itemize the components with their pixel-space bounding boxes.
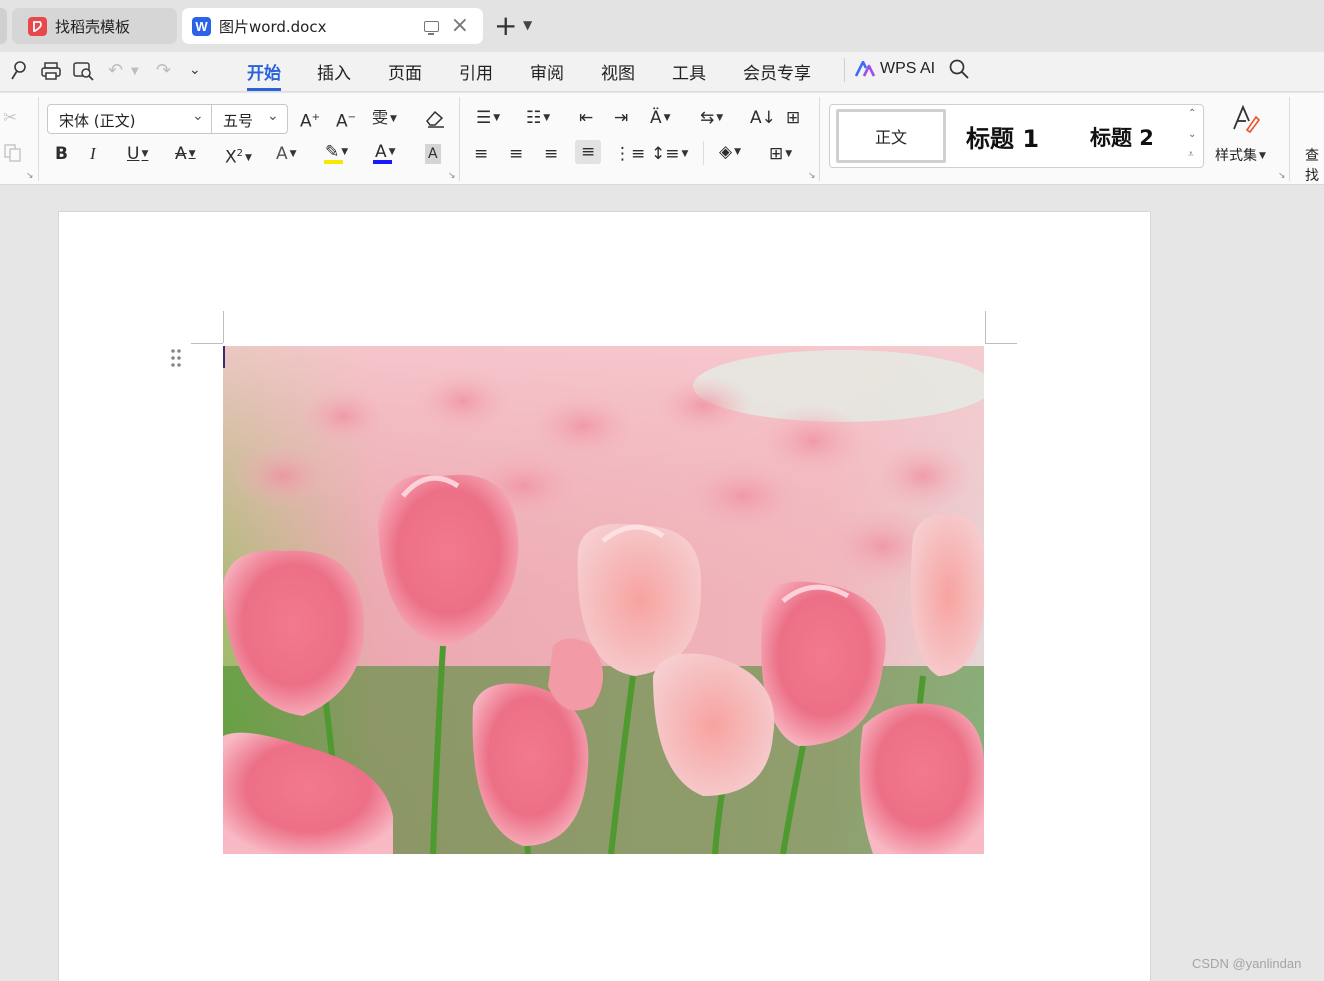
tab-stub[interactable] [0,8,7,44]
text-effect-icon[interactable]: A ▼ [276,144,297,164]
font-size-field[interactable]: 五号 [223,110,253,131]
menu-references[interactable]: 引用 [459,59,493,88]
ribbon-separator [1289,97,1290,181]
docer-icon [28,16,47,36]
chevron-down-icon[interactable]: ▼ [523,18,532,32]
style-heading-2[interactable]: 标题 2 [1090,122,1154,152]
menu-separator [844,58,845,82]
tab-label: 图片word.docx [219,17,327,36]
show-hide-marks-icon[interactable]: ⊞ [786,108,800,128]
style-heading-1[interactable]: 标题 1 [966,119,1039,154]
style-set-button[interactable]: 样式集 ▼ [1215,145,1266,165]
paragraph-shading-icon[interactable]: ◈ ▼ [719,142,741,162]
tab-image-word-docx[interactable]: W 图片word.docx × [182,8,483,44]
bold-icon[interactable]: B [55,144,68,164]
font-name-field[interactable]: 宋体 (正文) [59,110,135,131]
menu-view[interactable]: 视图 [601,59,635,88]
font-box-divider [211,105,212,133]
distribute-icon[interactable]: ⋮≡ [614,144,645,164]
numbered-list-icon[interactable]: ☷ ▼ [526,108,550,128]
chinese-layout-icon[interactable]: Ä ▼ [650,108,671,128]
tab-docer-templates[interactable]: 找稻壳模板 [12,8,177,44]
watermark: CSDN @yanlindan [1192,956,1302,971]
style-normal[interactable]: 正文 [836,109,946,163]
menu-page[interactable]: 页面 [388,59,422,88]
ribbon-home: ✂ ↘ 宋体 (正文) ⌄ 五号 ⌄ A+ A− 雯 ▼ B I U ▼ A ▼ X2… [0,93,1324,185]
close-icon[interactable]: × [451,15,469,37]
menu-member[interactable]: 会员专享 [743,59,811,88]
monitor-icon[interactable] [423,20,439,35]
customize-chevron-icon[interactable]: ⌄ [189,62,201,78]
borders-icon[interactable]: ⊞ ▼ [769,144,792,164]
text-direction-icon[interactable]: ⇆ ▼ [700,108,723,128]
tulips-photo[interactable] [223,346,984,854]
decrease-indent-icon[interactable]: ⇤ [579,108,593,128]
menu-tools[interactable]: 工具 [672,59,706,88]
line-spacing-icon[interactable]: ↕≡ ▼ [651,144,688,164]
increase-indent-icon[interactable]: ⇥ [614,108,628,128]
cut-icon[interactable]: ✂ [3,108,17,128]
print-icon[interactable] [40,60,62,87]
menu-review[interactable]: 审阅 [530,59,564,88]
shrink-font-icon[interactable]: A− [336,108,356,132]
margin-corner-mark [223,311,224,343]
font-color-swatch [373,160,392,164]
chevron-up-icon[interactable]: ⌃ [1188,108,1196,119]
print-preview-icon[interactable] [72,60,96,87]
menu-bar: ↶ ▼ ↷ ⌄ 开始 插入 页面 引用 审阅 视图 工具 会员专享 WPS AI [0,52,1324,92]
menu-home[interactable]: 开始 [247,59,281,91]
ribbon-separator [819,97,820,181]
font-color-icon[interactable]: A ▼ [375,142,396,162]
tab-bar: 找稻壳模板 W 图片word.docx × + ▼ [0,0,1324,52]
style-set-icon[interactable] [1229,103,1261,135]
character-shading-icon[interactable]: A [425,144,441,164]
chevron-down-icon[interactable]: ⌄ [192,108,204,124]
font-selector[interactable]: 宋体 (正文) ⌄ 五号 ⌄ [47,104,288,134]
highlight-icon[interactable]: ✎ ▼ [325,142,348,162]
ribbon-separator [703,141,704,165]
new-tab-plus-icon[interactable]: + [494,12,517,40]
clear-format-eraser-icon[interactable] [424,108,446,133]
sort-icon[interactable]: A↓ [750,108,776,128]
margin-corner-mark [191,343,223,344]
styles-gallery: 正文 标题 1 标题 2 ⌃ ⌄ ⩡ [829,104,1204,168]
dialog-launcher-icon[interactable]: ↘ [448,171,456,181]
underline-icon[interactable]: U ▼ [127,144,148,164]
more-styles-icon[interactable]: ⩡ [1188,149,1194,160]
wps-ai-logo-icon[interactable] [855,61,875,77]
chevron-down-icon[interactable]: ⌄ [1188,129,1196,140]
format-painter-icon[interactable] [9,60,29,87]
align-left-icon[interactable]: ≡ [474,144,488,164]
text-cursor [223,346,225,368]
find-button[interactable]: 查找 [1305,145,1324,185]
dialog-launcher-icon[interactable]: ↘ [1278,171,1286,181]
superscript-icon[interactable]: X2 ▼ [225,144,252,168]
margin-corner-mark [985,343,1017,344]
ribbon-separator [459,97,460,181]
redo-icon[interactable]: ↷ [156,60,171,81]
tab-label: 找稻壳模板 [55,17,131,36]
menu-insert[interactable]: 插入 [317,59,351,88]
ribbon-separator [38,97,39,181]
drag-handle-icon[interactable] [170,348,182,368]
strikethrough-icon[interactable]: A ▼ [175,144,196,164]
grow-font-icon[interactable]: A+ [300,108,320,132]
copy-icon[interactable] [3,143,23,168]
chevron-down-icon[interactable]: ▼ [131,66,139,77]
wps-ai-button[interactable]: WPS AI [880,60,935,78]
align-center-icon[interactable]: ≡ [509,144,523,164]
undo-icon[interactable]: ↶ [108,60,123,81]
word-doc-icon: W [192,16,211,36]
dialog-launcher-icon[interactable]: ↘ [808,171,816,181]
italic-icon[interactable]: I [90,144,96,164]
phonetic-guide-icon[interactable]: 雯 ▼ [372,108,397,129]
bullet-list-icon[interactable]: ☰ ▼ [476,108,500,128]
search-icon[interactable] [948,58,970,80]
justify-icon[interactable]: ≡ [575,140,602,164]
align-right-icon[interactable]: ≡ [544,144,558,164]
margin-corner-mark [985,311,986,343]
chevron-down-icon[interactable]: ⌄ [267,108,279,124]
highlight-color-swatch [324,160,343,164]
dialog-launcher-icon[interactable]: ↘ [26,171,34,181]
